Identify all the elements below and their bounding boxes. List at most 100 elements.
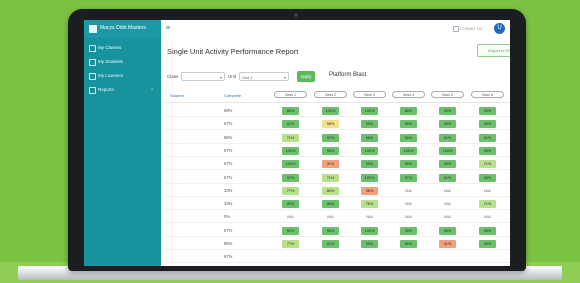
score-cell: 95% [361,160,378,169]
score-cell: N/A [366,215,373,220]
score-cell: 96% [479,173,496,182]
completion-value: 67% [224,254,233,260]
row-divider [165,116,510,117]
class-select[interactable]: ▾ [181,72,225,81]
score-cell: 100% [400,146,417,155]
menu-toggle-icon[interactable]: ≡ [166,25,170,32]
score-cell: N/A [327,215,334,220]
score-cell: 96% [439,120,456,129]
sidebar-item-my-students[interactable]: My Students [84,56,161,68]
row-divider [165,129,510,131]
score-cell [479,253,496,261]
score-cell [361,253,378,261]
sidebar-item-reports[interactable]: Reports ⌄ [84,84,161,96]
sidebar-item-my-classes[interactable]: My Classes [84,42,161,54]
unit-select-value: Unit 1 [242,75,253,80]
completion-value: 88% [224,108,233,113]
sidebar-item-label: My Students [98,59,124,64]
chevron-down-icon: ▾ [219,75,222,80]
score-cell: N/A [444,188,451,193]
score-cell: 92% [282,226,299,235]
user-avatar-icon[interactable]: U [494,23,505,34]
session-column-header[interactable]: Sess 3 [353,91,386,98]
score-cell: 91% [439,133,456,142]
score-cell: 95% [400,120,417,129]
session-column-header[interactable]: Sess 2 [314,91,347,98]
session-column-header[interactable]: Sess 5 [431,91,464,98]
score-cell: 100% [322,107,339,115]
export-csv-button[interactable]: Export to CSV [477,44,510,57]
licenses-icon [89,73,96,80]
completion-value: 67% [224,121,233,127]
chevron-down-icon: ⌄ [150,86,155,92]
score-cell [282,253,299,261]
sidebar-item-label: Reports [98,87,114,92]
score-cell: 100% [282,160,299,169]
score-cell: 76% [361,200,378,209]
app-screen: Macys Orbit Masters ≡ Contact Us U My Cl… [84,20,510,266]
sidebar-item-my-licenses[interactable]: My Licenses [84,70,161,82]
score-cell: 58% [322,120,339,129]
score-cell [322,253,339,261]
row-divider [165,222,510,224]
completion-value: 67% [224,161,233,167]
score-cell: 90% [479,107,496,115]
apply-button[interactable]: Apply [297,71,315,82]
table-row: 86% 77% 91% 95% 86% 41% 95% [165,238,510,250]
score-cell: 91% [439,173,456,182]
score-cell: 100% [282,146,299,155]
session-column-header[interactable]: Sess 1 [274,91,307,98]
unit-filter-label: Unit [228,74,237,79]
header-divider [165,102,510,103]
logo-icon [89,25,97,33]
table-row: 67% [165,251,510,264]
brand-logo[interactable]: Macys Orbit Masters [84,20,161,38]
score-cell: 86% [322,200,339,209]
completion-value: 86% [224,134,233,140]
score-cell: N/A [444,215,451,220]
row-divider [165,155,510,157]
score-cell: N/A [405,188,412,193]
session-column-header[interactable]: Sess 4 [392,91,425,98]
score-cell: 95% [479,120,496,129]
score-cell: 96% [322,146,339,155]
completion-value: 33% [224,187,233,193]
score-cell: 95% [361,133,378,142]
top-bar: Macys Orbit Masters ≡ Contact Us U [84,20,510,39]
main-content: Single Unit Activity Performance Report … [161,38,510,266]
table-row: 67% 92% 71% 100% 97% 91% 96% [165,172,510,184]
score-cell: 77% [282,186,299,195]
completion-value: 86% [224,241,233,246]
reports-icon [89,87,96,94]
score-cell: 77% [282,240,299,248]
table-row: 88% 86% 100% 100% 85% 90% 90% [165,105,510,117]
table-row: 67% 92% 96% 100% 95% 95% 95% [165,225,510,237]
score-cell: 95% [400,160,417,169]
score-cell: 90% [439,107,456,115]
chevron-down-icon: ▾ [283,75,286,80]
score-cell: N/A [287,215,294,220]
session-column-header[interactable]: Sess 6 [471,91,504,98]
sidebar-item-label: My Licenses [98,73,124,78]
score-cell: 86% [282,107,299,115]
score-cell: 90% [400,133,417,142]
student-column-header[interactable]: Student [170,93,184,98]
contact-link[interactable]: Contact Us [460,26,482,31]
row-divider [165,195,510,197]
score-cell: 95% [400,226,417,235]
completion-value: 67% [224,174,233,180]
score-cell: 71% [282,133,299,142]
table-row: 33% 90% 86% 76% N/A N/A 71% [165,198,510,211]
score-cell: 97% [400,173,417,182]
score-cell: 95% [479,240,496,248]
unit-select[interactable]: Unit 1 ▾ [239,72,289,81]
score-cell: 95% [361,240,378,248]
laptop-frame: Macys Orbit Masters ≡ Contact Us U My Cl… [68,9,526,271]
table-row: 67% 92% 58% 95% 95% 96% 95% [165,118,510,131]
completion-value: 0% [224,214,231,220]
score-cell: 95% [439,160,456,169]
completion-column-header[interactable]: Complete [224,93,241,98]
mail-icon [453,26,459,32]
score-cell: 91% [479,133,496,142]
sidebar-item-label: My Classes [98,45,122,50]
